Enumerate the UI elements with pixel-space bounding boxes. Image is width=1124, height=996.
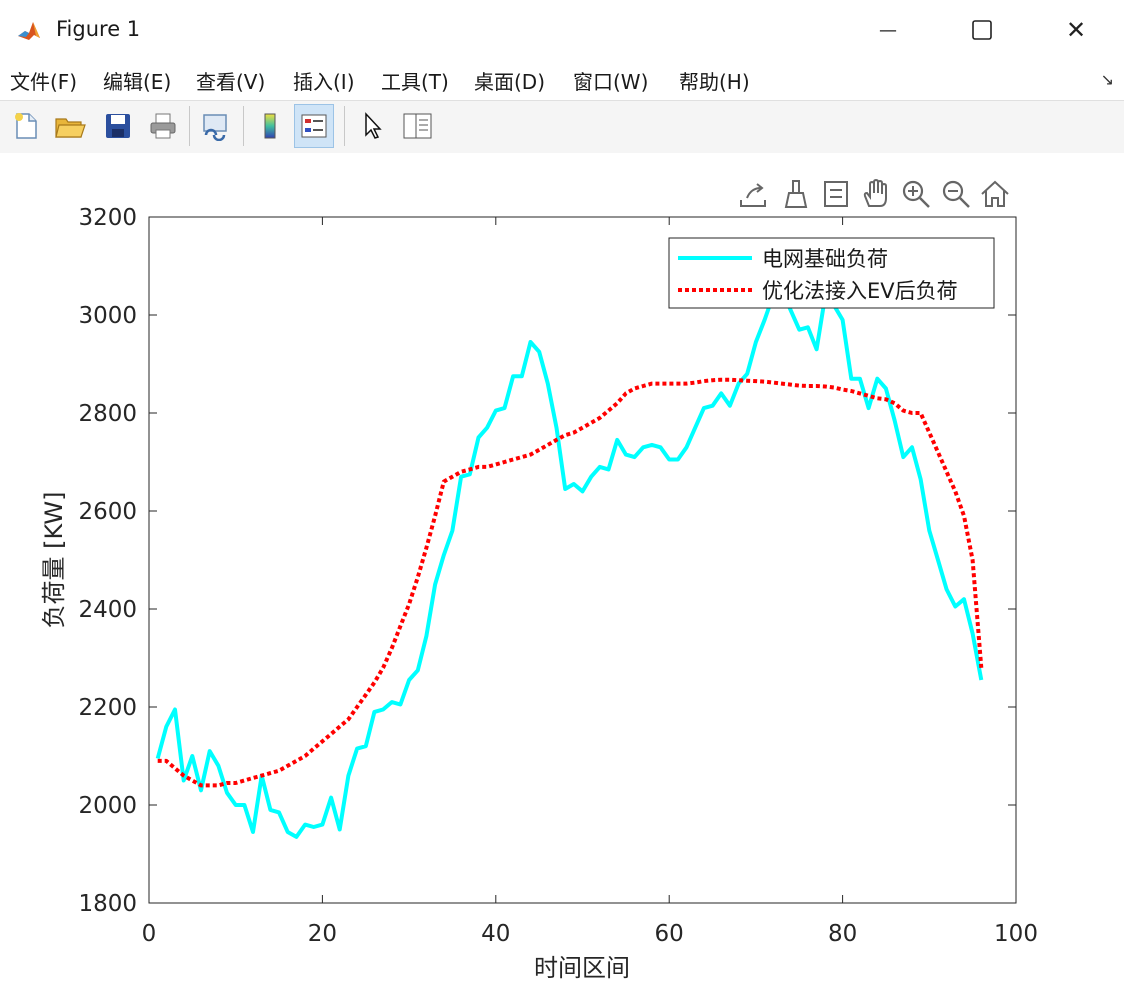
open-file-button[interactable] [50, 104, 90, 148]
menu-insert[interactable]: 插入(I) [293, 66, 355, 95]
export-icon [740, 183, 766, 207]
title-bar: Figure 1 — ✕ [0, 0, 1124, 60]
open-file-icon [55, 118, 86, 138]
export-button[interactable] [735, 176, 771, 212]
edit-plot-icon [365, 112, 382, 139]
data-tips-icon [824, 181, 848, 207]
new-figure-icon [15, 113, 37, 139]
zoom-out-icon [942, 180, 970, 208]
brush-button[interactable] [778, 176, 814, 212]
toolbar-separator [344, 106, 345, 146]
print-icon [150, 113, 176, 139]
close-icon: ✕ [1065, 16, 1087, 44]
pan-icon [863, 178, 887, 207]
home-button[interactable] [977, 176, 1013, 212]
menu-help[interactable]: 帮助(H) [679, 66, 750, 95]
matlab-logo-icon [16, 18, 42, 44]
property-inspector-button[interactable] [397, 104, 437, 148]
zoom-in-button[interactable] [898, 176, 934, 212]
minimize-button[interactable]: — [841, 0, 935, 60]
insert-legend-button[interactable] [294, 104, 334, 148]
insert-colorbar-button[interactable] [250, 104, 290, 148]
save-icon [106, 114, 130, 138]
menu-edit[interactable]: 编辑(E) [103, 66, 171, 95]
home-icon [981, 180, 1009, 207]
data-tips-button[interactable] [818, 176, 854, 212]
maximize-button[interactable] [935, 0, 1029, 60]
menu-file[interactable]: 文件(F) [10, 66, 77, 95]
edit-plot-button[interactable] [352, 104, 392, 148]
menu-overflow-icon[interactable]: ↘ [1101, 70, 1114, 89]
menu-view[interactable]: 查看(V) [196, 66, 265, 95]
menu-desktop[interactable]: 桌面(D) [474, 66, 545, 95]
close-button[interactable]: ✕ [1029, 0, 1123, 60]
maximize-icon [972, 20, 992, 40]
figure-canvas [0, 153, 1124, 996]
figure-window: Figure 1 — ✕ 文件(F) 编辑(E) 查看(V) 插入(I) 工具(… [0, 0, 1124, 996]
zoom-out-button[interactable] [938, 176, 974, 212]
brush-icon [784, 180, 808, 208]
new-figure-button[interactable] [6, 104, 46, 148]
minimize-icon: — [879, 19, 897, 41]
toolbar-separator [189, 106, 190, 146]
property-inspector-icon [403, 113, 432, 139]
insert-colorbar-icon [264, 113, 276, 139]
link-plot-button[interactable] [196, 104, 236, 148]
menu-window[interactable]: 窗口(W) [573, 66, 648, 95]
window-title: Figure 1 [56, 17, 141, 41]
menu-tools[interactable]: 工具(T) [381, 66, 449, 95]
toolbar-separator [243, 106, 244, 146]
insert-legend-icon [301, 114, 327, 138]
save-button[interactable] [98, 104, 138, 148]
zoom-in-icon [902, 180, 930, 208]
link-plot-icon [203, 114, 227, 141]
pan-button[interactable] [858, 176, 894, 212]
print-button[interactable] [143, 104, 183, 148]
